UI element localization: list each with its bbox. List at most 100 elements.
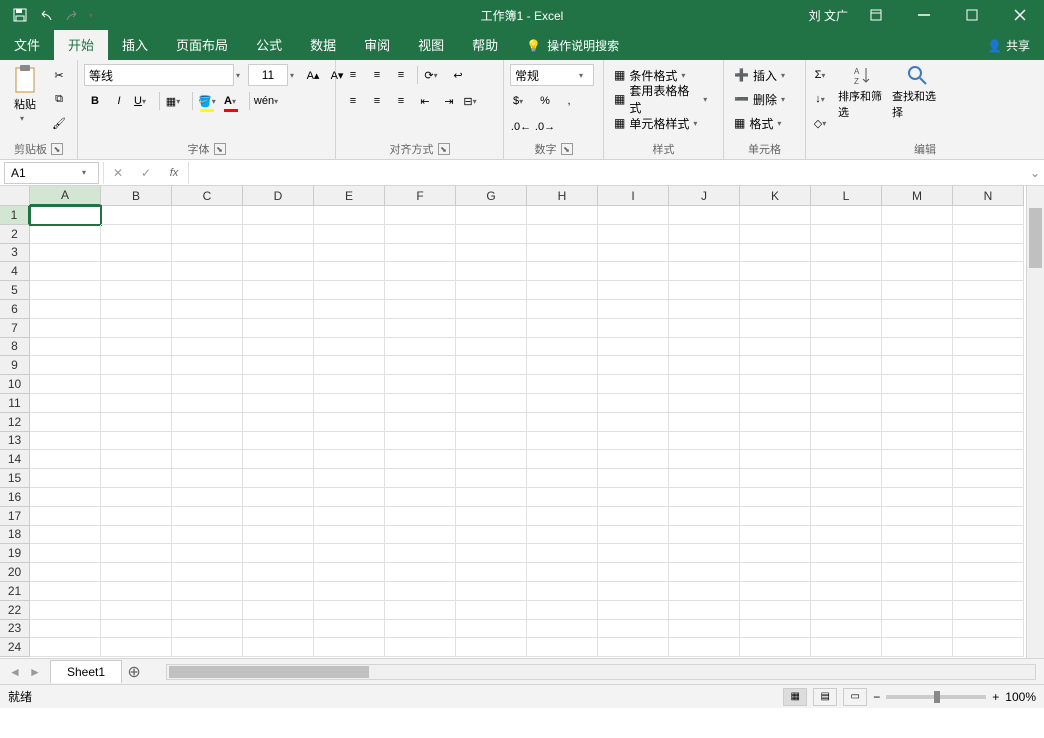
tab-file[interactable]: 文件 <box>0 29 54 60</box>
cell-A3[interactable] <box>30 244 101 263</box>
increase-indent-button[interactable]: ⇥ <box>438 90 460 112</box>
cell-A8[interactable] <box>30 338 101 357</box>
cell-M24[interactable] <box>882 638 953 657</box>
font-launcher[interactable]: ⬊ <box>214 143 226 155</box>
vscroll-thumb[interactable] <box>1029 208 1042 268</box>
cell-N10[interactable] <box>953 375 1024 394</box>
cell-A16[interactable] <box>30 488 101 507</box>
increase-decimal-button[interactable]: .0← <box>510 116 532 138</box>
cell-I11[interactable] <box>598 394 669 413</box>
cell-I10[interactable] <box>598 375 669 394</box>
cell-F20[interactable] <box>385 563 456 582</box>
cell-D7[interactable] <box>243 319 314 338</box>
cell-E1[interactable] <box>314 206 385 225</box>
cell-A12[interactable] <box>30 413 101 432</box>
cell-G11[interactable] <box>456 394 527 413</box>
minimize-button[interactable] <box>904 0 944 30</box>
tab-data[interactable]: 数据 <box>296 29 350 60</box>
wrap-text-button[interactable]: ↩ <box>447 64 469 86</box>
cell-J10[interactable] <box>669 375 740 394</box>
cell-B4[interactable] <box>101 262 172 281</box>
cell-I18[interactable] <box>598 526 669 545</box>
cell-D4[interactable] <box>243 262 314 281</box>
cell-E11[interactable] <box>314 394 385 413</box>
comma-button[interactable]: , <box>558 90 580 112</box>
cell-M17[interactable] <box>882 507 953 526</box>
italic-button[interactable]: I <box>108 90 130 112</box>
page-layout-view-button[interactable]: ▤ <box>813 688 837 706</box>
delete-cells-button[interactable]: ➖删除▾ <box>730 88 795 110</box>
zoom-slider[interactable] <box>886 695 986 699</box>
cell-J8[interactable] <box>669 338 740 357</box>
row-header-6[interactable]: 6 <box>0 300 30 319</box>
cell-I17[interactable] <box>598 507 669 526</box>
cell-K11[interactable] <box>740 394 811 413</box>
cell-G18[interactable] <box>456 526 527 545</box>
cell-N12[interactable] <box>953 413 1024 432</box>
cell-C2[interactable] <box>172 225 243 244</box>
row-header-22[interactable]: 22 <box>0 601 30 620</box>
cell-M11[interactable] <box>882 394 953 413</box>
cell-I22[interactable] <box>598 601 669 620</box>
cell-H18[interactable] <box>527 526 598 545</box>
cell-B14[interactable] <box>101 450 172 469</box>
cell-E5[interactable] <box>314 281 385 300</box>
col-header-I[interactable]: I <box>598 186 669 206</box>
hscroll-thumb[interactable] <box>169 666 369 678</box>
cell-H19[interactable] <box>527 544 598 563</box>
cell-J23[interactable] <box>669 620 740 639</box>
cell-I9[interactable] <box>598 356 669 375</box>
cell-N21[interactable] <box>953 582 1024 601</box>
cell-G13[interactable] <box>456 432 527 451</box>
cell-C9[interactable] <box>172 356 243 375</box>
table-format-button[interactable]: ▦套用表格格式▾ <box>610 88 717 110</box>
font-color-button[interactable]: A▾ <box>222 90 244 112</box>
cell-L16[interactable] <box>811 488 882 507</box>
row-header-14[interactable]: 14 <box>0 450 30 469</box>
cell-F13[interactable] <box>385 432 456 451</box>
name-box[interactable]: A1▾ <box>4 162 99 184</box>
cell-M22[interactable] <box>882 601 953 620</box>
cell-N19[interactable] <box>953 544 1024 563</box>
cell-J14[interactable] <box>669 450 740 469</box>
cell-C14[interactable] <box>172 450 243 469</box>
cell-G19[interactable] <box>456 544 527 563</box>
cell-B17[interactable] <box>101 507 172 526</box>
insert-function-button[interactable]: fx <box>160 162 188 184</box>
cell-M15[interactable] <box>882 469 953 488</box>
cell-C13[interactable] <box>172 432 243 451</box>
cell-D12[interactable] <box>243 413 314 432</box>
cell-A18[interactable] <box>30 526 101 545</box>
cell-C6[interactable] <box>172 300 243 319</box>
cell-M14[interactable] <box>882 450 953 469</box>
cell-I21[interactable] <box>598 582 669 601</box>
cell-C7[interactable] <box>172 319 243 338</box>
cell-H7[interactable] <box>527 319 598 338</box>
cell-L7[interactable] <box>811 319 882 338</box>
cell-G4[interactable] <box>456 262 527 281</box>
cell-F16[interactable] <box>385 488 456 507</box>
cell-M6[interactable] <box>882 300 953 319</box>
clipboard-launcher[interactable]: ⬊ <box>51 143 63 155</box>
row-header-16[interactable]: 16 <box>0 488 30 507</box>
cell-K14[interactable] <box>740 450 811 469</box>
redo-button[interactable] <box>60 3 84 27</box>
cell-J22[interactable] <box>669 601 740 620</box>
cell-D1[interactable] <box>243 206 314 225</box>
save-button[interactable] <box>8 3 32 27</box>
cell-D20[interactable] <box>243 563 314 582</box>
cell-A15[interactable] <box>30 469 101 488</box>
font-name-input[interactable] <box>84 64 234 86</box>
cell-B22[interactable] <box>101 601 172 620</box>
cell-H2[interactable] <box>527 225 598 244</box>
cell-K2[interactable] <box>740 225 811 244</box>
cell-L20[interactable] <box>811 563 882 582</box>
cell-J20[interactable] <box>669 563 740 582</box>
row-header-19[interactable]: 19 <box>0 544 30 563</box>
cell-L12[interactable] <box>811 413 882 432</box>
cell-B13[interactable] <box>101 432 172 451</box>
cell-K12[interactable] <box>740 413 811 432</box>
cell-I16[interactable] <box>598 488 669 507</box>
cell-N15[interactable] <box>953 469 1024 488</box>
cell-I23[interactable] <box>598 620 669 639</box>
